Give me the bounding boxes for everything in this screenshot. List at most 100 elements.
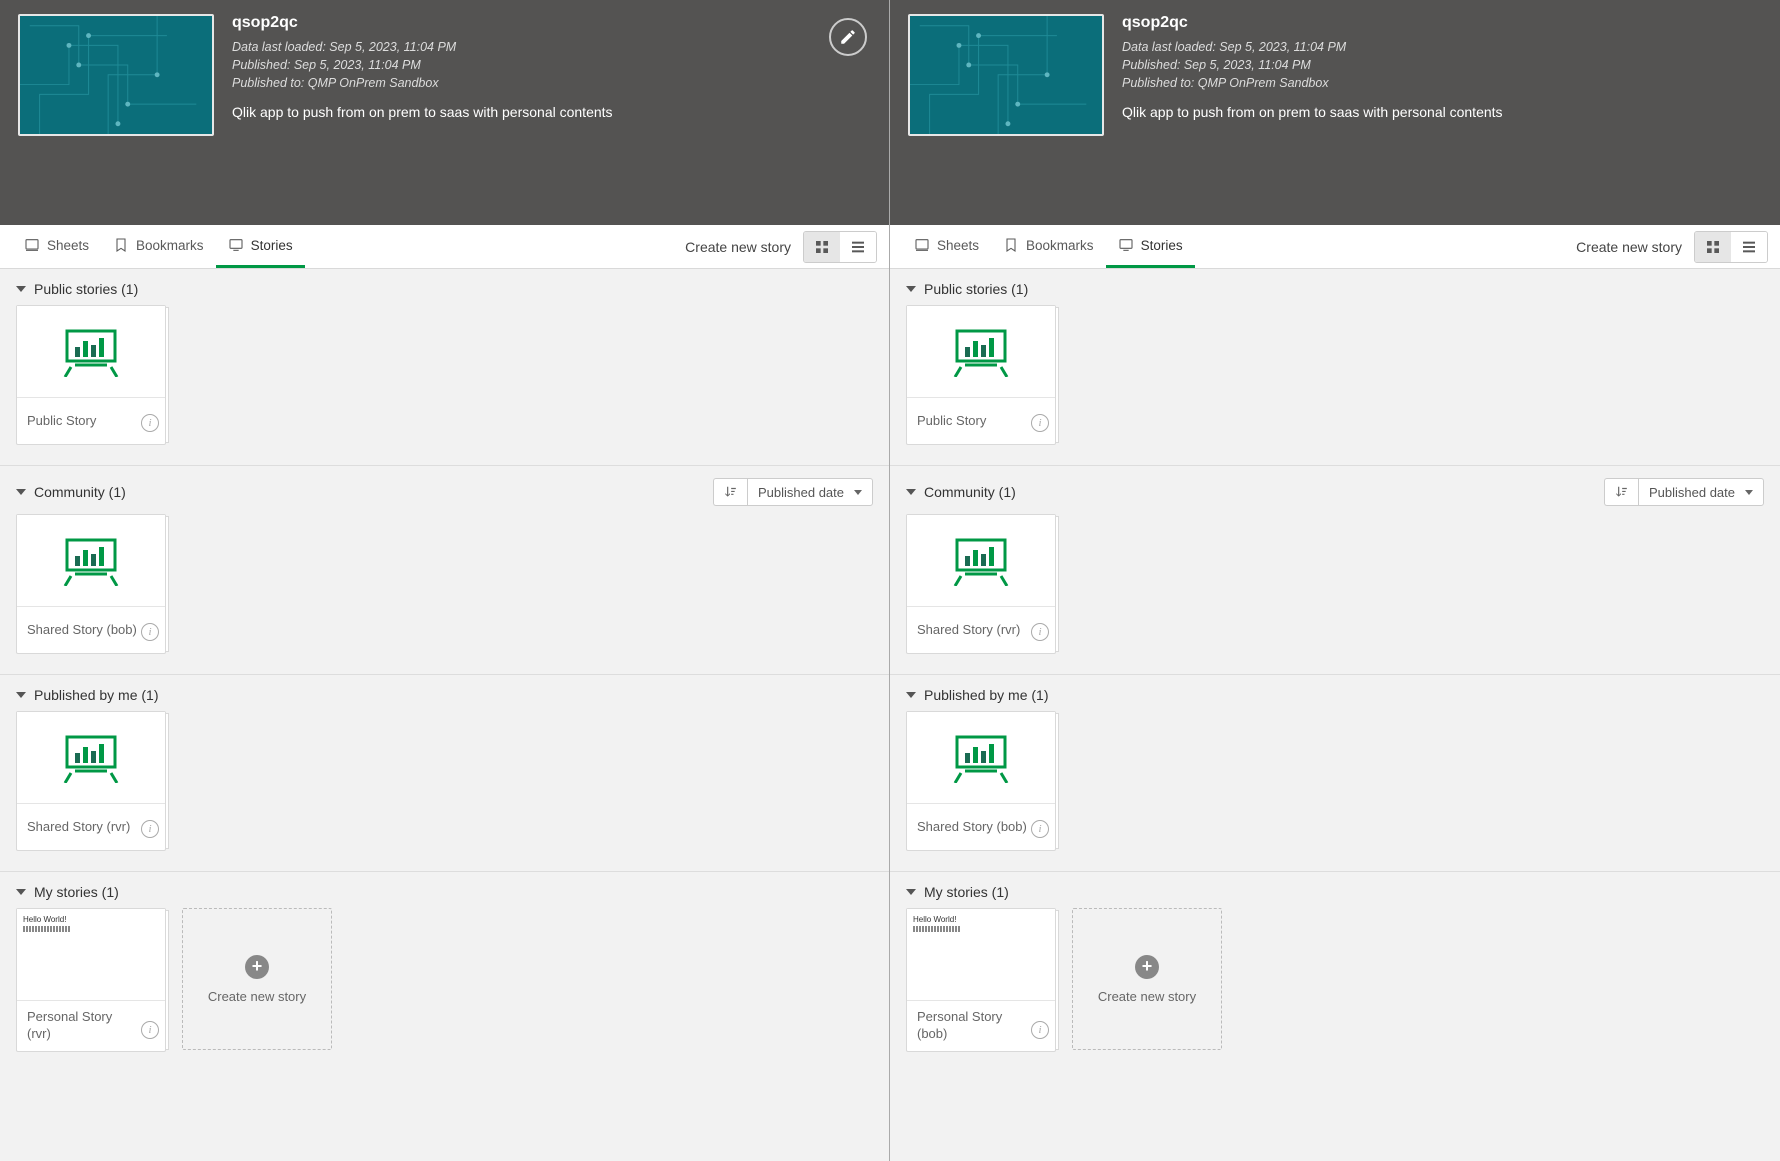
chevron-down-icon [1745, 490, 1753, 495]
tab-bar: Sheets Bookmarks Stories Create new stor… [0, 225, 889, 269]
list-view-button[interactable] [840, 232, 876, 262]
story-thumb [907, 712, 1055, 804]
sort-field-label: Published date [758, 485, 844, 500]
story-card[interactable]: Public Story i [906, 305, 1056, 445]
grid-icon [814, 239, 830, 255]
caret-down-icon [906, 286, 916, 292]
section-public: Public stories (1) Public Story i [890, 269, 1780, 466]
create-story-card[interactable]: + Create new story [1072, 908, 1222, 1050]
right-pane: qsop2qc Data last loaded: Sep 5, 2023, 1… [890, 0, 1780, 1161]
create-story-card-label: Create new story [208, 989, 306, 1004]
section-my-stories-header[interactable]: My stories (1) [16, 884, 873, 900]
app-published-line: Published: Sep 5, 2023, 11:04 PM [232, 56, 613, 74]
caret-down-icon [906, 489, 916, 495]
story-card[interactable]: Shared Story (bob) i [906, 711, 1056, 851]
tab-sheets-label: Sheets [47, 238, 89, 253]
thumbnail-graphic-icon [20, 16, 212, 136]
section-published-by-me-title: Published by me (1) [924, 687, 1049, 703]
tab-stories[interactable]: Stories [216, 225, 305, 268]
tab-sheets[interactable]: Sheets [12, 225, 101, 268]
bookmark-icon [1003, 237, 1019, 253]
info-icon[interactable]: i [141, 820, 159, 838]
tab-sheets[interactable]: Sheets [902, 225, 991, 268]
easel-chart-icon [61, 327, 121, 377]
section-public-header[interactable]: Public stories (1) [16, 281, 873, 297]
section-community-title: Community (1) [34, 484, 126, 500]
app-thumbnail [18, 14, 214, 136]
tab-bookmarks-label: Bookmarks [136, 238, 204, 253]
view-toggle [1694, 231, 1768, 263]
sort-direction-button[interactable] [1604, 478, 1638, 506]
sort-icon [723, 485, 737, 499]
app-description: Qlik app to push from on prem to saas wi… [232, 104, 613, 120]
tab-bookmarks[interactable]: Bookmarks [991, 225, 1106, 268]
story-card[interactable]: Shared Story (rvr) i [906, 514, 1056, 654]
edit-app-button[interactable] [829, 18, 867, 56]
story-thumb [907, 515, 1055, 607]
grid-view-button[interactable] [804, 232, 840, 262]
caret-down-icon [906, 889, 916, 895]
section-community: Community (1) Published date [890, 466, 1780, 675]
section-public-title: Public stories (1) [924, 281, 1028, 297]
info-icon[interactable]: i [1031, 623, 1049, 641]
story-card[interactable]: Public Story i [16, 305, 166, 445]
tab-bookmarks[interactable]: Bookmarks [101, 225, 216, 268]
app-meta: qsop2qc Data last loaded: Sep 5, 2023, 1… [1122, 14, 1503, 120]
section-published-by-me-header[interactable]: Published by me (1) [16, 687, 873, 703]
story-card[interactable]: Hello World! Personal Story (rvr) i [16, 908, 166, 1052]
stories-content: Public stories (1) Public Story i [890, 269, 1780, 1161]
sort-field-dropdown[interactable]: Published date [1638, 478, 1764, 506]
stories-icon [1118, 237, 1134, 253]
section-public: Public stories (1) [0, 269, 889, 466]
section-public-header[interactable]: Public stories (1) [906, 281, 1764, 297]
app-description: Qlik app to push from on prem to saas wi… [1122, 104, 1503, 120]
create-story-card[interactable]: + Create new story [182, 908, 332, 1050]
chevron-down-icon [854, 490, 862, 495]
plus-icon: + [245, 955, 269, 979]
section-community: Community (1) Published date [0, 466, 889, 675]
app-thumbnail [908, 14, 1104, 136]
tab-stories-label: Stories [251, 238, 293, 253]
create-story-link[interactable]: Create new story [685, 239, 791, 255]
info-icon[interactable]: i [1031, 820, 1049, 838]
caret-down-icon [16, 692, 26, 698]
tab-bookmarks-label: Bookmarks [1026, 238, 1094, 253]
section-published-by-me-title: Published by me (1) [34, 687, 159, 703]
section-my-stories: My stories (1) Hello World! Personal Sto… [890, 872, 1780, 1072]
section-published-by-me: Published by me (1) Shared Story (bob) i [890, 675, 1780, 872]
easel-chart-icon [61, 733, 121, 783]
app-loaded-line: Data last loaded: Sep 5, 2023, 11:04 PM [1122, 38, 1503, 56]
tab-bar: Sheets Bookmarks Stories Create new stor… [890, 225, 1780, 269]
section-published-by-me-header[interactable]: Published by me (1) [906, 687, 1764, 703]
grid-icon [1705, 239, 1721, 255]
info-icon[interactable]: i [141, 414, 159, 432]
story-thumb: Hello World! [907, 909, 1055, 1001]
thumbnail-graphic-icon [910, 16, 1102, 136]
tab-stories[interactable]: Stories [1106, 225, 1195, 268]
section-my-stories-header[interactable]: My stories (1) [906, 884, 1764, 900]
sort-field-dropdown[interactable]: Published date [747, 478, 873, 506]
section-my-stories-title: My stories (1) [34, 884, 119, 900]
sort-field-label: Published date [1649, 485, 1735, 500]
list-view-button[interactable] [1731, 232, 1767, 262]
info-icon[interactable]: i [1031, 1021, 1049, 1039]
info-icon[interactable]: i [1031, 414, 1049, 432]
grid-view-button[interactable] [1695, 232, 1731, 262]
section-community-header[interactable]: Community (1) Published date [906, 478, 1764, 506]
sort-controls: Published date [713, 478, 873, 506]
app-title: qsop2qc [232, 14, 613, 32]
plus-icon: + [1135, 955, 1159, 979]
app-published-to-line: Published to: QMP OnPrem Sandbox [1122, 74, 1503, 92]
sort-direction-button[interactable] [713, 478, 747, 506]
story-card[interactable]: Shared Story (rvr) i [16, 711, 166, 851]
create-story-link[interactable]: Create new story [1576, 239, 1682, 255]
sheets-icon [914, 237, 930, 253]
story-card[interactable]: Hello World! Personal Story (bob) i [906, 908, 1056, 1052]
tab-sheets-label: Sheets [937, 238, 979, 253]
info-icon[interactable]: i [141, 623, 159, 641]
section-published-by-me: Published by me (1) Shared Story (rvr) i [0, 675, 889, 872]
info-icon[interactable]: i [141, 1021, 159, 1039]
section-community-header[interactable]: Community (1) Published date [16, 478, 873, 506]
pencil-icon [839, 28, 857, 46]
story-card[interactable]: Shared Story (bob) i [16, 514, 166, 654]
